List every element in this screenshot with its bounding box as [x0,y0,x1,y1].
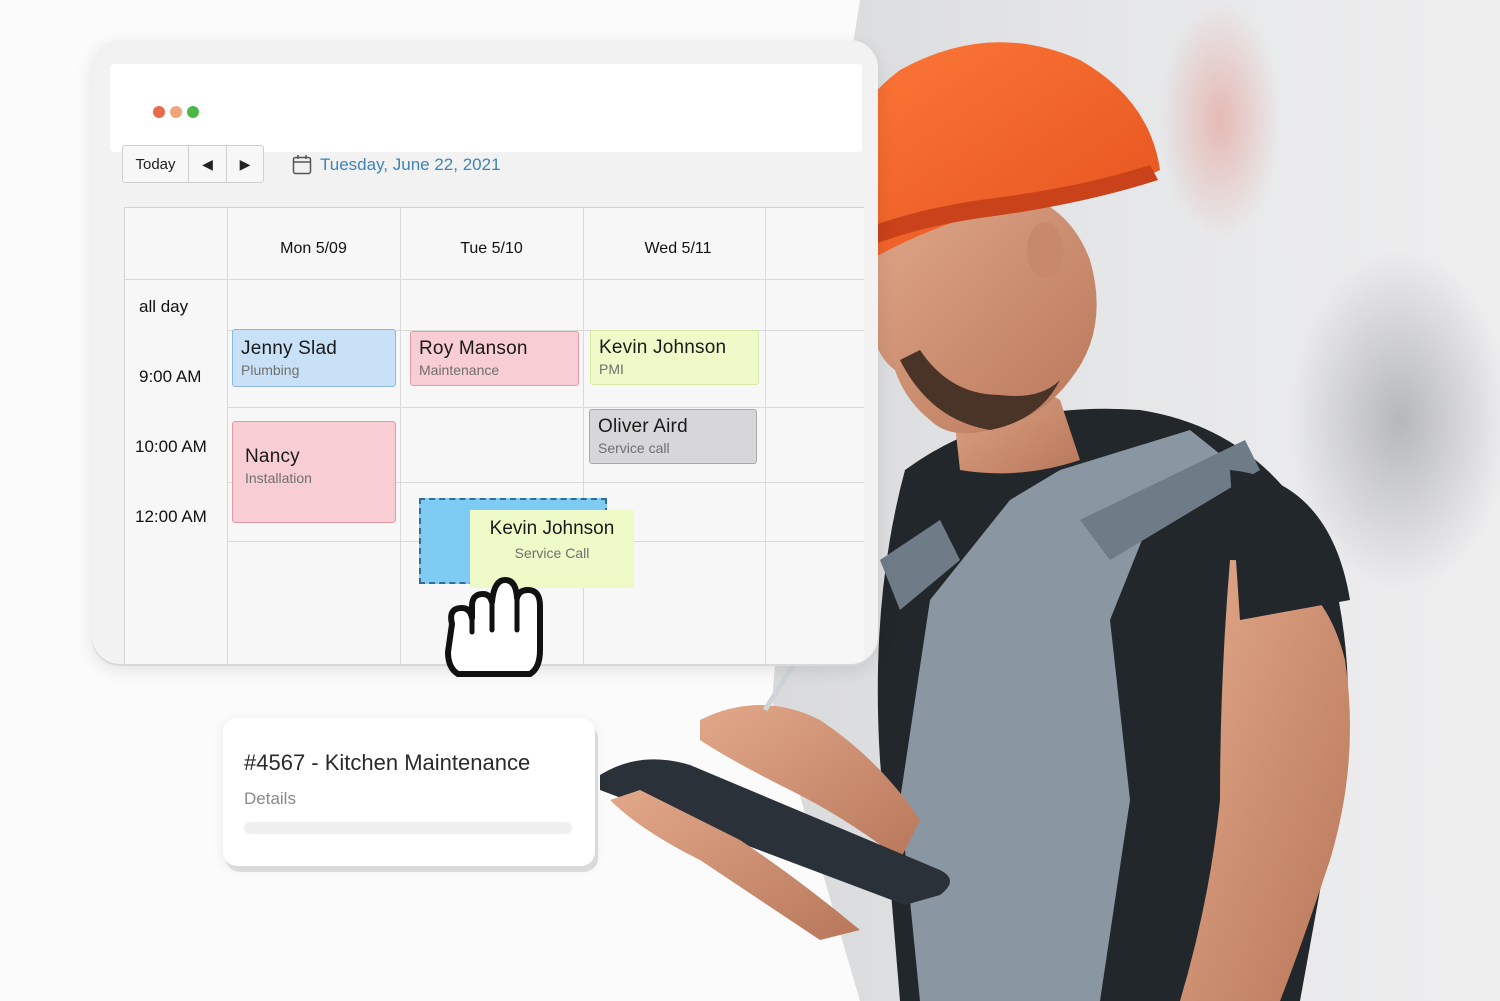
row-label-12am: 12:00 AM [135,507,207,526]
event-name: Oliver Aird [598,416,688,437]
event-type: Maintenance [419,362,500,378]
event-type: Installation [245,470,312,486]
row-label-all-day: all day [139,297,189,316]
window-titlebar [110,64,862,152]
date-text: Tuesday, June 22, 2021 [320,155,501,174]
event-type: Plumbing [241,362,300,378]
job-title: #4567 - Kitchen Maintenance [244,750,531,775]
event-type: PMI [599,361,624,377]
next-arrow-icon[interactable]: ▶ [226,146,263,182]
day-header-tue[interactable]: Tue 5/10 [400,240,583,258]
calendar-window: Today ◀ ▶ Tuesday, June 22, 2021 Mon 5/0… [92,40,878,664]
job-details-link[interactable]: Details [244,789,296,809]
event-oliver-aird[interactable]: Oliver Aird Service call [589,409,757,464]
event-name: Kevin Johnson [599,337,727,358]
row-label-10am: 10:00 AM [135,437,207,456]
job-card[interactable]: #4567 - Kitchen Maintenance Details [223,718,595,866]
event-name: Nancy [245,446,300,467]
row-label-9am: 9:00 AM [139,367,202,386]
event-type: Service Call [514,545,590,561]
window-close-dot[interactable] [153,106,165,118]
event-nancy[interactable]: Nancy Installation [232,421,396,523]
event-roy-manson[interactable]: Roy Manson Maintenance [410,331,579,386]
prev-arrow-icon[interactable]: ◀ [189,146,226,182]
day-header-mon[interactable]: Mon 5/09 [227,240,400,258]
job-details-placeholder-bar [244,822,572,834]
event-name: Roy Manson [419,338,528,359]
calendar-toolbar: Today ◀ ▶ [122,145,264,183]
day-header-wed[interactable]: Wed 5/11 [583,240,773,258]
today-button[interactable]: Today [123,146,189,182]
window-maximize-dot[interactable] [187,106,199,118]
event-name: Kevin Johnson [489,518,615,539]
event-jenny-slad[interactable]: Jenny Slad Plumbing [232,329,396,387]
current-date[interactable]: Tuesday, June 22, 2021 [292,152,501,178]
event-kevin-johnson-pmi[interactable]: Kevin Johnson PMI [590,330,759,385]
calendar-icon [292,155,312,175]
grab-hand-icon [445,577,543,677]
window-minimize-dot[interactable] [170,106,182,118]
event-type: Service call [598,440,670,456]
event-name: Jenny Slad [241,338,338,359]
